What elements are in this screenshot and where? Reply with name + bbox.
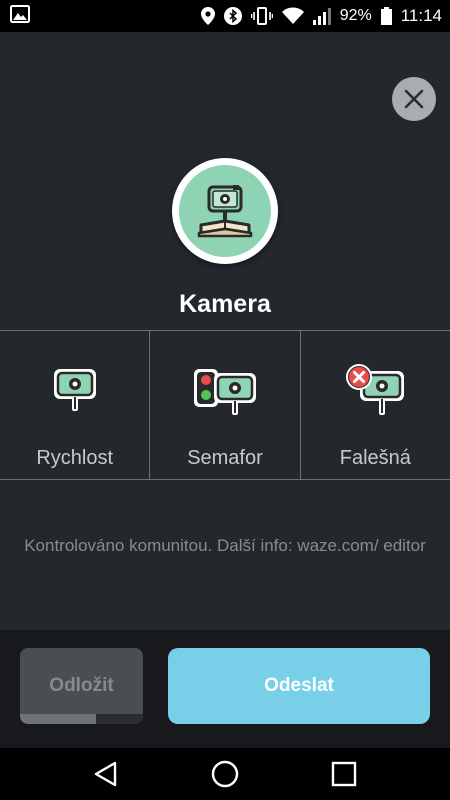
option-label: Semafor: [187, 447, 263, 469]
wifi-icon: [281, 7, 304, 25]
home-icon: [211, 760, 239, 788]
close-icon: [404, 89, 424, 109]
category-avatar: [172, 158, 278, 264]
status-bar: 92% 11:14: [0, 0, 450, 32]
recents-button[interactable]: [314, 748, 374, 800]
bluetooth-icon: [223, 7, 242, 25]
navigation-bar: [0, 748, 450, 800]
vibrate-icon: [250, 7, 273, 25]
option-fake[interactable]: Falešná: [299, 331, 450, 479]
battery-icon: [380, 7, 392, 25]
camera-type-options: Rychlost Semafor Falešná: [0, 330, 450, 480]
later-button-label: Odložit: [49, 675, 114, 696]
later-button[interactable]: Odložit: [20, 648, 143, 724]
close-button[interactable]: [392, 77, 436, 121]
camera-icon: [197, 185, 253, 238]
info-text: Kontrolováno komunitou. Další info: waze…: [24, 536, 426, 555]
option-red-light[interactable]: Semafor: [149, 331, 299, 479]
send-button-label: Odeslat: [264, 675, 334, 696]
clock: 11:14: [400, 6, 442, 25]
dialog-title: Kamera: [179, 290, 271, 318]
option-label: Rychlost: [36, 447, 114, 469]
later-progress-track: [20, 714, 143, 724]
recents-icon: [331, 761, 357, 787]
red-light-camera-icon: [193, 369, 256, 415]
option-label: Falešná: [339, 447, 411, 469]
back-icon: [94, 761, 117, 787]
speed-camera-icon: [53, 369, 96, 411]
action-bar: Odložit Odeslat: [0, 630, 450, 748]
battery-percent: 92%: [339, 7, 372, 24]
later-progress-fill: [20, 714, 97, 724]
location-icon: [200, 7, 215, 25]
fake-camera-icon: [346, 364, 405, 415]
signal-icon: [312, 7, 331, 25]
option-speed[interactable]: Rychlost: [0, 331, 149, 479]
image-icon: [10, 4, 30, 28]
back-button[interactable]: [76, 748, 136, 800]
home-button[interactable]: [195, 748, 255, 800]
send-button[interactable]: Odeslat: [168, 648, 430, 724]
